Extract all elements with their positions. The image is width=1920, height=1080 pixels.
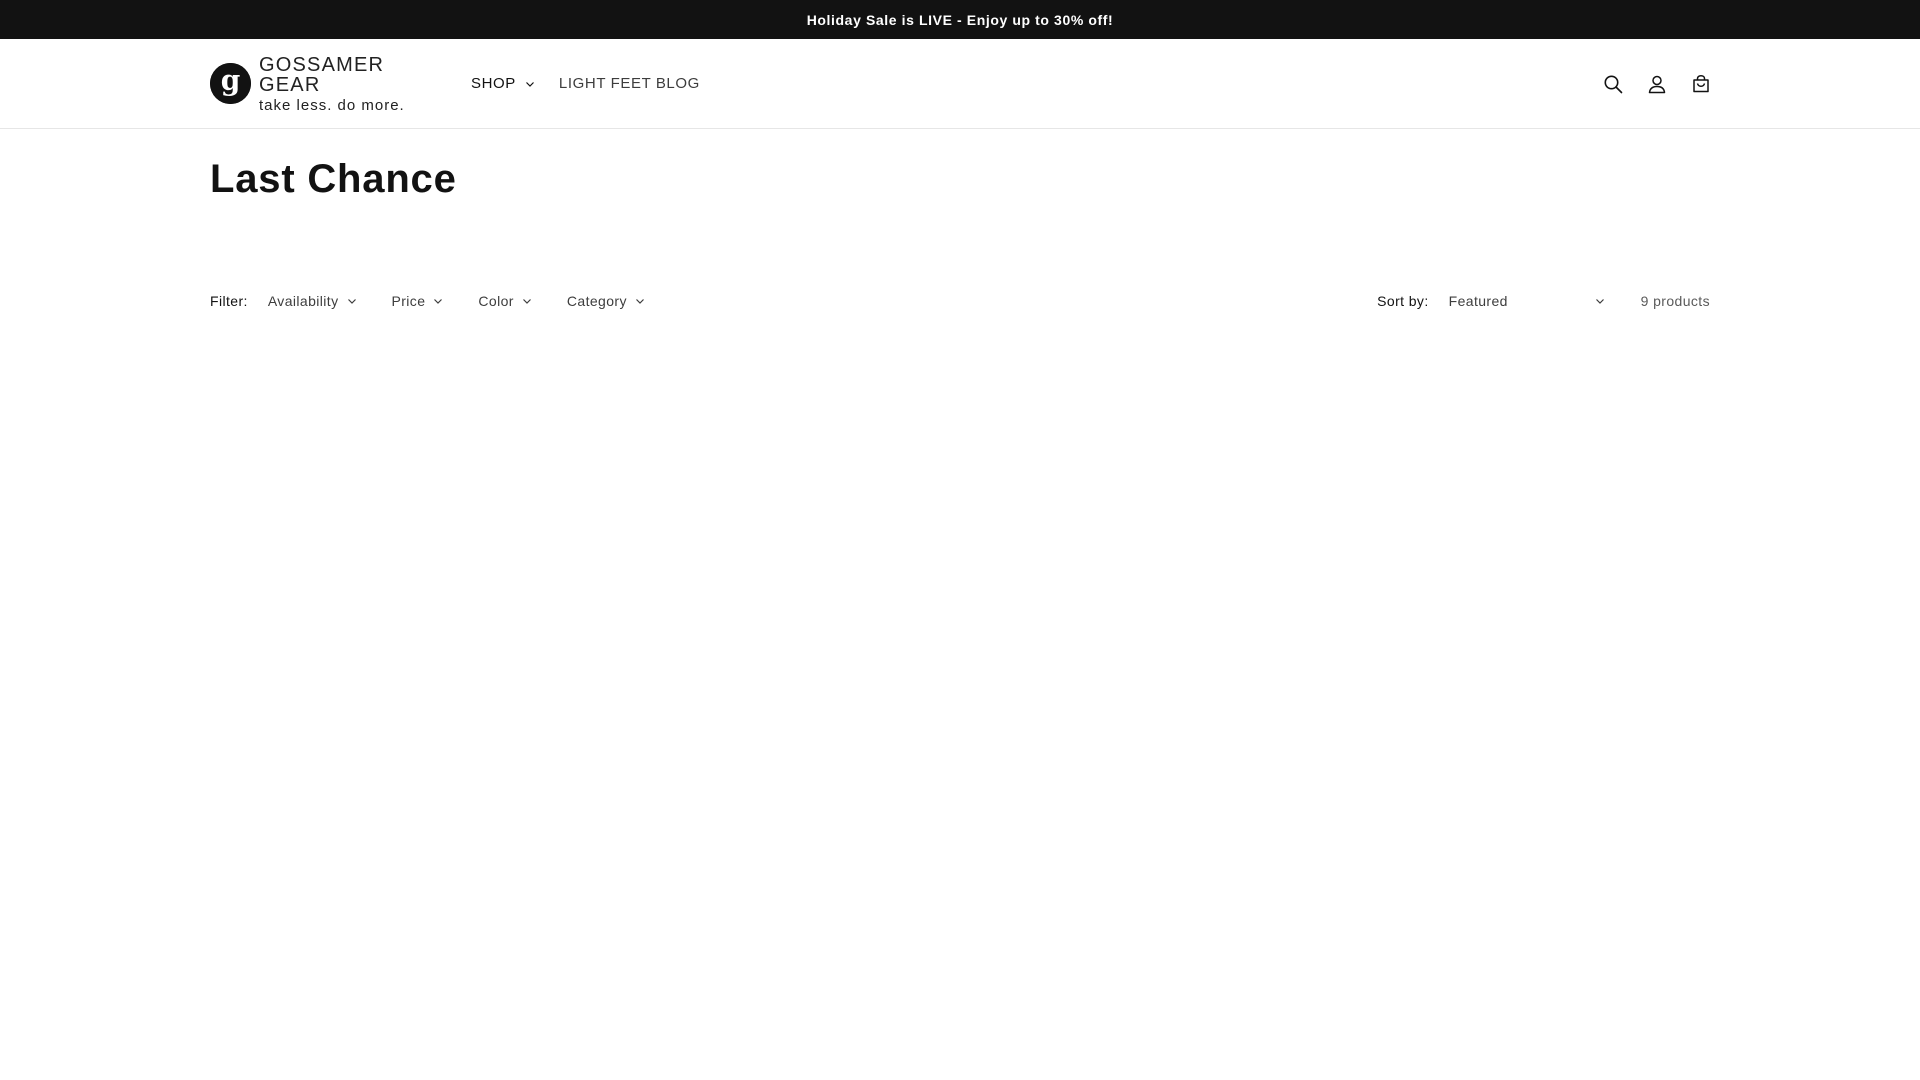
logo-text: GOSSAMER GEAR take less. do more. [259,55,432,113]
filter-price[interactable]: Price [392,293,444,309]
main-nav: SHOP LIGHT FEET BLOG [459,39,712,128]
account-icon [1648,75,1666,93]
header-inner: g GOSSAMER GEAR take less. do more. SHOP… [210,39,1710,128]
sort-value: Featured [1448,293,1508,309]
page-title: Last Chance [210,157,457,201]
announcement-text: Holiday Sale is LIVE - Enjoy up to 30% o… [806,11,1114,28]
search-button[interactable] [1591,62,1635,106]
site-header: g GOSSAMER GEAR take less. do more. SHOP… [0,39,1920,129]
filter-category[interactable]: Category [567,293,645,309]
chevron-down-icon [347,299,356,304]
product-count: 9 products [1640,293,1710,309]
filter-price-label: Price [391,293,426,309]
cart-icon [1693,74,1709,92]
chevron-down-icon [525,81,534,87]
filter-color-label: Color [478,293,514,309]
nav-item-shop[interactable]: SHOP [459,62,547,106]
nav-item-blog-label: LIGHT FEET BLOG [558,75,700,92]
chevron-down-icon [1595,299,1604,304]
nav-item-shop-label: SHOP [471,75,516,92]
nav-item-blog[interactable]: LIGHT FEET BLOG [547,62,712,106]
filter-color[interactable]: Color [478,293,531,309]
account-button[interactable] [1635,62,1679,106]
filter-category-label: Category [566,293,627,309]
filter-label: Filter: [210,293,248,309]
svg-text:g: g [221,64,241,97]
logo-icon: g [210,63,251,104]
announcement-bar: Holiday Sale is LIVE - Enjoy up to 30% o… [0,0,1920,39]
filter-bar: Filter: Availability Price Color Categor… [210,286,1710,316]
logo-tagline: take less. do more. [259,96,405,114]
sort-wrap: Sort by: Featured 9 products [1377,293,1710,309]
chevron-down-icon [434,299,443,304]
chevron-down-icon [522,299,531,304]
cart-button[interactable] [1679,62,1723,106]
header-icons [1591,62,1723,106]
chevron-down-icon [635,299,644,304]
sort-label: Sort by: [1377,293,1429,309]
search-icon [1604,75,1623,93]
sort-select[interactable]: Featured [1449,293,1605,309]
filter-availability-label: Availability [267,293,339,309]
filter-availability[interactable]: Availability [268,293,357,309]
logo-link[interactable]: g GOSSAMER GEAR take less. do more. [210,55,432,113]
logo-name: GOSSAMER GEAR [259,53,385,96]
